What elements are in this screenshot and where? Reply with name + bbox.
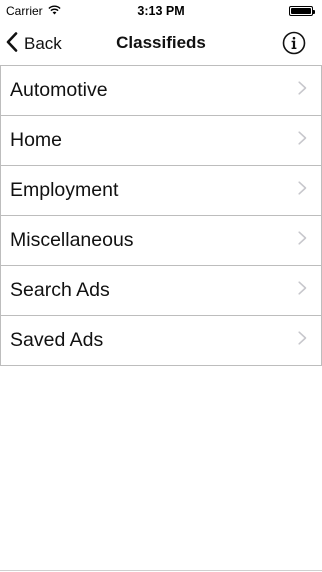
list-item-search-ads[interactable]: Search Ads: [0, 266, 322, 316]
info-button[interactable]: [282, 31, 306, 55]
chevron-left-icon: [6, 31, 18, 57]
navigation-bar: Back Classifieds: [0, 22, 322, 65]
bottom-divider: [0, 570, 322, 571]
list-item-home[interactable]: Home: [0, 116, 322, 166]
list-item-label: Saved Ads: [10, 329, 104, 351]
list-border-left: [0, 65, 1, 366]
battery-nub: [313, 10, 315, 14]
list-item-automotive[interactable]: Automotive: [0, 66, 322, 116]
back-button[interactable]: Back: [6, 31, 62, 57]
chevron-right-icon: [298, 131, 307, 150]
chevron-right-icon: [298, 231, 307, 250]
category-list: Automotive Home Employment Miscellaneous Sea…: [0, 65, 322, 366]
list-item-label: Home: [10, 129, 63, 151]
back-label: Back: [24, 34, 62, 53]
chevron-right-icon: [298, 331, 307, 350]
info-circle-icon: [282, 31, 306, 59]
list-item-label: Search Ads: [10, 279, 110, 301]
status-bar: Carrier 3:13 PM: [0, 0, 322, 22]
list-item-employment[interactable]: Employment: [0, 166, 322, 216]
list-item-label: Miscellaneous: [10, 229, 134, 251]
list-item-label: Automotive: [10, 79, 108, 101]
battery-icon: [289, 6, 315, 16]
list-item-saved-ads[interactable]: Saved Ads: [0, 316, 322, 366]
battery-fill: [291, 8, 311, 14]
list-item-label: Employment: [10, 179, 119, 201]
list-item-miscellaneous[interactable]: Miscellaneous: [0, 216, 322, 266]
chevron-right-icon: [298, 281, 307, 300]
status-time: 3:13 PM: [137, 4, 185, 18]
chevron-right-icon: [298, 81, 307, 100]
chevron-right-icon: [298, 181, 307, 200]
